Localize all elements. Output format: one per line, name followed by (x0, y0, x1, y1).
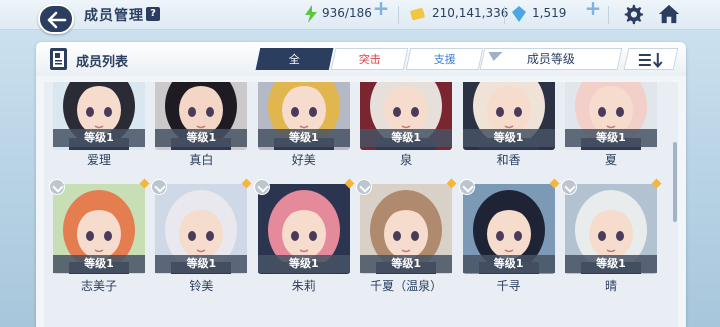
dropdown-triangle-icon (486, 52, 503, 61)
member-card[interactable]: 等级1 志美子 (49, 82, 150, 302)
filter-tab-label: 全 (288, 53, 300, 66)
gem-icon (512, 6, 526, 22)
gems-value: 1,519 (532, 6, 567, 20)
member-card[interactable]: 等级1 铃美 (151, 82, 252, 302)
filter-tab-label: 突击 (358, 53, 381, 66)
member-level: 等级1 (565, 255, 657, 273)
member-level: 等级1 (462, 255, 555, 273)
arrow-left-icon (47, 11, 67, 29)
member-list-panel: 成员列表 全 突击 支援 成员等级 等级1 爱理 等级1 真白 等级1 好美 等级1 泉等级1… (36, 42, 686, 327)
gear-icon[interactable] (622, 3, 644, 25)
member-grid: 等级1 爱理 等级1 真白 等级1 好美 等级1 泉等级1 和香 等级1 夏等级1 志美子 等级1 铃美等… (44, 82, 678, 327)
lightning-icon (305, 5, 317, 23)
add-gems-button[interactable]: + (584, 0, 602, 18)
ap-value: 936/186 (322, 6, 372, 20)
gems-resource: 1,519 (512, 5, 582, 23)
member-card[interactable]: 等级1 千寻 (458, 82, 560, 302)
panel-header: 成员列表 全 突击 支援 成员等级 (36, 42, 686, 76)
pin-icon[interactable] (561, 179, 577, 195)
top-bar: 成员管理 ? 936/186 + 210,141,336 1,519 + (0, 0, 720, 34)
filter-tab-all[interactable]: 全 (255, 48, 334, 70)
pin-icon[interactable] (253, 179, 270, 195)
pin-icon[interactable] (458, 179, 475, 195)
member-name: 铃美 (189, 279, 214, 293)
home-icon[interactable] (658, 3, 680, 25)
help-icon[interactable]: ? (146, 7, 160, 21)
divider (398, 6, 399, 24)
member-card[interactable]: 等级1 千夏（温泉） (356, 82, 457, 302)
divider (504, 6, 505, 24)
page-title: 成员管理 (84, 8, 144, 24)
filter-tab-striker[interactable]: 突击 (330, 48, 409, 70)
member-level: 等级1 (155, 255, 248, 273)
back-button[interactable] (38, 4, 74, 34)
member-level: 等级1 (360, 255, 453, 273)
scrollbar[interactable] (673, 142, 677, 222)
member-name: 千寻 (496, 279, 521, 293)
member-list-icon (50, 48, 67, 70)
member-name: 晴 (604, 279, 617, 293)
filter-tab-special[interactable]: 支援 (405, 48, 484, 70)
add-ap-button[interactable]: + (372, 0, 390, 18)
credit-icon (410, 8, 425, 21)
sort-dropdown[interactable]: 成员等级 (479, 48, 623, 70)
filter-tab-label: 支援 (433, 53, 456, 66)
member-name: 千夏（温泉） (370, 279, 443, 293)
divider (608, 6, 609, 24)
credits-value: 210,141,336 (432, 6, 509, 20)
sort-descending-icon (638, 53, 663, 68)
member-card[interactable]: 等级1 晴 (561, 82, 662, 302)
filter-tabs: 全 突击 支援 (255, 48, 484, 70)
sort-order-button[interactable] (623, 48, 679, 70)
member-level: 等级1 (53, 255, 145, 273)
member-level: 等级1 (257, 255, 350, 273)
sort-label: 成员等级 (526, 52, 575, 66)
pin-icon[interactable] (49, 179, 65, 195)
member-card[interactable]: 等级1 朱莉 (253, 82, 355, 302)
panel-title: 成员列表 (76, 55, 129, 70)
member-name: 志美子 (80, 279, 117, 293)
member-name: 朱莉 (291, 279, 316, 293)
